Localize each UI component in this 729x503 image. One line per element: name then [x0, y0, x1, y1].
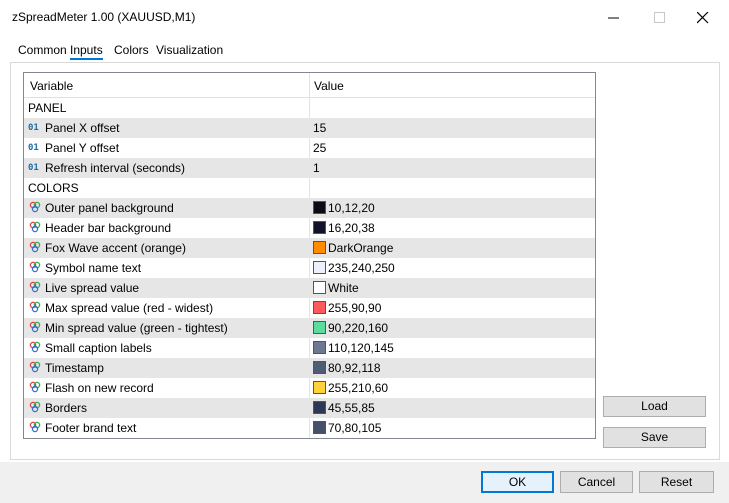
table-row[interactable]: Header bar background 16,20,38: [24, 218, 595, 238]
table-row[interactable]: Borders 45,55,85: [24, 398, 595, 418]
color-palette-icon: [29, 201, 41, 213]
color-palette-icon: [29, 221, 41, 233]
table-row[interactable]: Small caption labels 110,120,145: [24, 338, 595, 358]
table-row[interactable]: Min spread value (green - tightest) 90,22…: [24, 318, 595, 338]
color-swatch[interactable]: [313, 421, 326, 434]
row-variable-name: Symbol name text: [45, 261, 142, 275]
reset-button[interactable]: Reset: [639, 471, 714, 493]
color-swatch[interactable]: [313, 401, 326, 414]
row-variable-name: Fox Wave accent (orange): [45, 241, 186, 255]
color-swatch[interactable]: [313, 201, 326, 214]
row-variable-name: Timestamp: [45, 361, 104, 375]
row-variable-name: Refresh interval (seconds): [45, 161, 186, 175]
color-palette-icon: [29, 241, 41, 253]
color-swatch[interactable]: [313, 381, 326, 394]
color-swatch[interactable]: [313, 361, 326, 374]
row-variable-name: Max spread value (red - widest): [45, 301, 214, 315]
color-swatch[interactable]: [313, 341, 326, 354]
color-palette-icon: [29, 381, 41, 393]
color-palette-icon: [29, 361, 41, 373]
title-bar: zSpreadMeter 1.00 (XAUUSD,M1): [0, 0, 729, 36]
integer-type-icon: 01: [28, 143, 39, 153]
inputs-grid: Variable Value PANEL 01 Panel X offset 15 01…: [23, 72, 596, 439]
load-button[interactable]: Load: [603, 396, 706, 417]
row-value[interactable]: 25: [313, 141, 326, 155]
integer-type-icon: 01: [28, 163, 39, 173]
row-value[interactable]: White: [328, 281, 359, 295]
color-swatch[interactable]: [313, 261, 326, 274]
table-row[interactable]: 01 Panel Y offset 25: [24, 138, 595, 158]
row-variable-name: Borders: [45, 401, 88, 415]
row-variable-name: Small caption labels: [45, 341, 152, 355]
section-row[interactable]: COLORS: [24, 178, 595, 198]
color-palette-icon: [29, 321, 41, 333]
ok-button[interactable]: OK: [481, 471, 554, 493]
row-variable-name: PANEL: [28, 101, 67, 115]
row-value[interactable]: 255,210,60: [328, 381, 388, 395]
row-variable-name: Panel X offset: [45, 121, 120, 135]
row-variable-name: Min spread value (green - tightest): [45, 321, 228, 335]
tab-common[interactable]: Common: [18, 43, 67, 57]
color-palette-icon: [29, 301, 41, 313]
color-palette-icon: [29, 261, 41, 273]
tab-inputs[interactable]: Inputs: [70, 43, 103, 60]
color-palette-icon: [29, 421, 41, 433]
table-row[interactable]: Max spread value (red - widest) 255,90,90: [24, 298, 595, 318]
row-variable-name: COLORS: [28, 181, 79, 195]
row-value[interactable]: 16,20,38: [328, 221, 375, 235]
row-value[interactable]: 70,80,105: [328, 421, 381, 435]
table-row[interactable]: Flash on new record 255,210,60: [24, 378, 595, 398]
row-value[interactable]: 110,120,145: [328, 341, 394, 355]
color-palette-icon: [29, 401, 41, 413]
row-value[interactable]: 15: [313, 121, 326, 135]
color-palette-icon: [29, 281, 41, 293]
maximize-icon: [654, 12, 665, 23]
color-swatch[interactable]: [313, 221, 326, 234]
table-row[interactable]: Live spread value White: [24, 278, 595, 298]
close-icon: [697, 12, 709, 24]
row-variable-name: Outer panel background: [45, 201, 174, 215]
minimize-button[interactable]: [591, 0, 637, 36]
color-swatch[interactable]: [313, 301, 326, 314]
row-variable-name: Panel Y offset: [45, 141, 120, 155]
table-row[interactable]: 01 Panel X offset 15: [24, 118, 595, 138]
row-value[interactable]: 80,92,118: [328, 361, 381, 375]
table-row[interactable]: Fox Wave accent (orange) DarkOrange: [24, 238, 595, 258]
row-value[interactable]: 1: [313, 161, 320, 175]
color-palette-icon: [29, 341, 41, 353]
save-button[interactable]: Save: [603, 427, 706, 448]
row-value[interactable]: 45,55,85: [328, 401, 375, 415]
integer-type-icon: 01: [28, 123, 39, 133]
color-swatch[interactable]: [313, 241, 326, 254]
window-title: zSpreadMeter 1.00 (XAUUSD,M1): [12, 10, 196, 24]
row-value[interactable]: 235,240,250: [328, 261, 395, 275]
header-variable: Variable: [30, 79, 74, 93]
minimize-icon: [608, 17, 619, 19]
row-value[interactable]: DarkOrange: [328, 241, 393, 255]
tab-visualization[interactable]: Visualization: [156, 43, 223, 57]
maximize-button[interactable]: [637, 0, 683, 36]
table-row[interactable]: Footer brand text 70,80,105: [24, 418, 595, 438]
row-value[interactable]: 255,90,90: [328, 301, 381, 315]
table-row[interactable]: Timestamp 80,92,118: [24, 358, 595, 378]
header-value: Value: [314, 79, 344, 93]
row-variable-name: Header bar background: [45, 221, 172, 235]
row-value[interactable]: 10,12,20: [328, 201, 375, 215]
color-swatch[interactable]: [313, 321, 326, 334]
cancel-button[interactable]: Cancel: [560, 471, 633, 493]
row-variable-name: Live spread value: [45, 281, 140, 295]
row-value[interactable]: 90,220,160: [328, 321, 388, 335]
table-row[interactable]: 01 Refresh interval (seconds) 1: [24, 158, 595, 178]
row-variable-name: Flash on new record: [45, 381, 154, 395]
row-variable-name: Footer brand text: [45, 421, 137, 435]
section-row[interactable]: PANEL: [24, 98, 595, 118]
table-row[interactable]: Outer panel background 10,12,20: [24, 198, 595, 218]
close-button[interactable]: [680, 0, 726, 36]
color-swatch[interactable]: [313, 281, 326, 294]
tab-colors[interactable]: Colors: [114, 43, 149, 57]
table-row[interactable]: Symbol name text 235,240,250: [24, 258, 595, 278]
